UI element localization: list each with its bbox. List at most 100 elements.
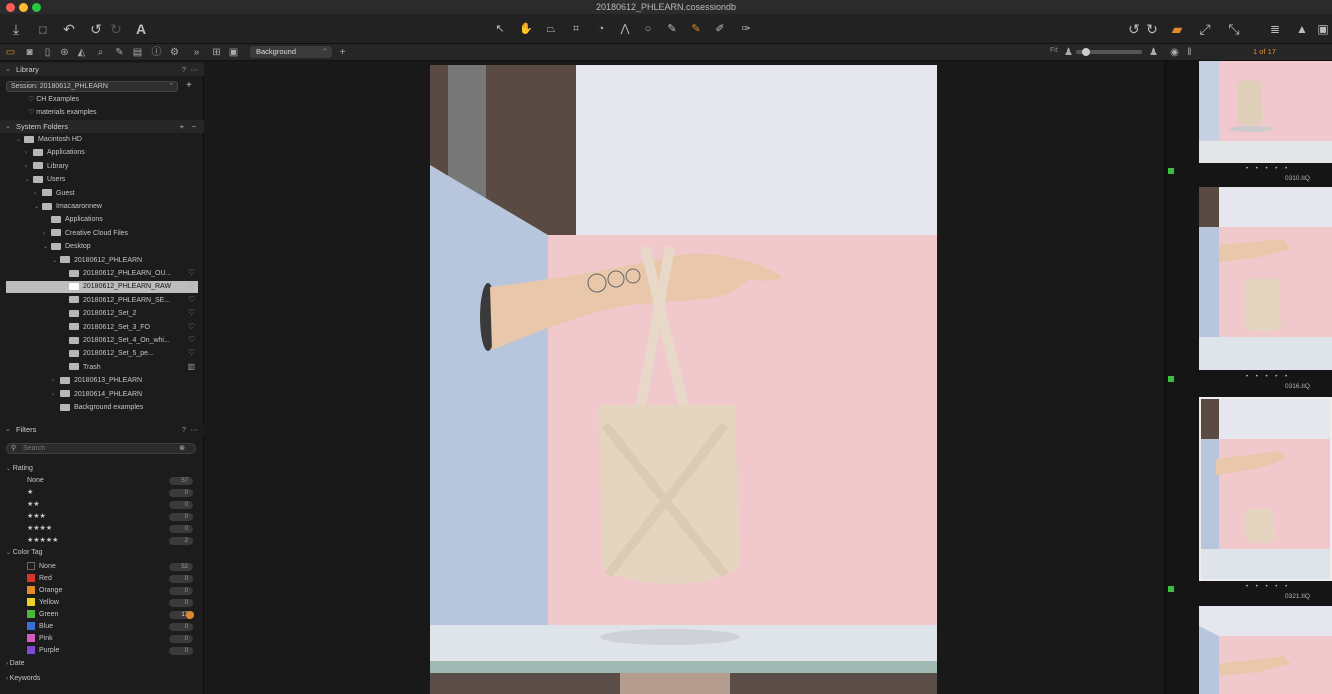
folder-item[interactable]: ⌄ 20180612_PHLEARN: [52, 255, 142, 267]
stack-icon[interactable]: ▰: [1167, 19, 1187, 39]
zoom-slider-handle[interactable]: [1082, 48, 1090, 56]
color-tag-header[interactable]: ⌄ Color Tag: [6, 547, 43, 559]
zoom-slider[interactable]: [1076, 48, 1142, 56]
color-tag-filter-item[interactable]: None: [27, 561, 56, 573]
color-tag-filter-item[interactable]: Yellow: [27, 597, 59, 609]
folder-item[interactable]: Applications: [43, 214, 103, 226]
keywords-header[interactable]: › Keywords: [6, 673, 40, 685]
layout-icon[interactable]: ▣: [1313, 19, 1332, 39]
warning-icon[interactable]: ▲: [1292, 19, 1312, 39]
compare-icon[interactable]: ⤡: [1224, 19, 1244, 39]
remove-folder-icon[interactable]: −: [192, 120, 196, 133]
library-header[interactable]: ⌄ Library? ⋯: [0, 63, 204, 76]
text-icon[interactable]: A: [131, 19, 151, 39]
favorite-icon[interactable]: ♡: [188, 295, 195, 304]
folder-item[interactable]: › Guest: [34, 188, 75, 200]
folder-item[interactable]: Trash: [61, 362, 101, 374]
color-tag-green[interactable]: [1168, 376, 1174, 382]
add-layer-icon[interactable]: +: [336, 46, 349, 59]
favorite-icon[interactable]: ♡: [188, 268, 195, 277]
filters-header[interactable]: ⌄ Filters? ⋯: [0, 423, 204, 436]
chevron-right-icon[interactable]: ›: [34, 188, 42, 200]
more-icon[interactable]: ⋯: [191, 423, 199, 436]
favorite-icon[interactable]: ♡: [188, 322, 195, 331]
rotate-right-icon[interactable]: ↻: [1142, 19, 1162, 39]
chevron-down-icon[interactable]: ⌄: [34, 201, 42, 213]
keystone-icon[interactable]: ⏢: [541, 19, 561, 39]
rating-filter-item[interactable]: ★★★★★: [27, 535, 58, 547]
thumbnail-0310[interactable]: [1199, 61, 1332, 163]
main-photo[interactable]: [430, 65, 937, 694]
color-tab-icon[interactable]: ⊛: [58, 46, 71, 59]
local-adjust-tab-icon[interactable]: ✎: [113, 46, 126, 59]
thumbnail-rating[interactable]: • • • • •: [1246, 584, 1290, 590]
chevron-right-icon[interactable]: ›: [52, 375, 60, 387]
add-session-icon[interactable]: +: [186, 80, 192, 91]
folder-item[interactable]: ⌄ Macintosh HD: [16, 134, 82, 146]
folder-item[interactable]: › Creative Cloud Files: [43, 228, 128, 240]
more-icon[interactable]: ⋯: [191, 63, 199, 76]
grid-view-icon[interactable]: ⊞: [210, 46, 223, 59]
thumbnail-rating[interactable]: • • • • •: [1246, 166, 1290, 172]
date-header[interactable]: › Date: [6, 658, 24, 670]
gradient-icon[interactable]: ✑: [736, 19, 756, 39]
thumbnail-0321-selected[interactable]: [1199, 397, 1332, 581]
pan-icon[interactable]: ✋: [516, 19, 536, 39]
exposure-tab-icon[interactable]: ◭: [75, 46, 88, 59]
color-tag-green[interactable]: [1168, 586, 1174, 592]
lens-tab-icon[interactable]: ▯: [41, 46, 54, 59]
metadata-tab-icon[interactable]: ⓘ: [150, 46, 163, 59]
eraser-icon[interactable]: ✐: [710, 19, 730, 39]
eye-icon[interactable]: ◉: [1168, 46, 1181, 59]
folder-item[interactable]: 20180612_PHLEARN_SE...: [61, 295, 170, 307]
folder-item[interactable]: › Applications: [25, 147, 85, 159]
rotate-left-icon[interactable]: ↺: [1124, 19, 1144, 39]
chevron-right-icon[interactable]: ›: [52, 389, 60, 401]
select-icon[interactable]: ↖: [490, 19, 510, 39]
single-view-icon[interactable]: ▣: [227, 46, 240, 59]
folder-item[interactable]: 20180612_PHLEARN_RAW: [6, 281, 198, 294]
color-tag-filter-item[interactable]: Red: [27, 573, 52, 585]
clear-search-icon[interactable]: ⊗: [179, 444, 185, 452]
folder-item[interactable]: › 20180614_PHLEARN: [52, 389, 142, 401]
filter-search-input[interactable]: [23, 444, 173, 453]
folder-item[interactable]: ⌄ Imacaaronnew: [34, 201, 102, 213]
color-tag-filter-item[interactable]: Orange: [27, 585, 62, 597]
chevron-down-icon[interactable]: ⌄: [43, 241, 51, 253]
crop-icon[interactable]: ⌗: [566, 19, 586, 39]
color-tag-filter-item[interactable]: Pink: [27, 633, 53, 645]
chevron-right-icon[interactable]: ›: [25, 147, 33, 159]
favorite-icon[interactable]: ♡: [188, 348, 195, 357]
folder-item[interactable]: 20180612_Set_3_FO: [61, 322, 150, 334]
color-tag-filter-item[interactable]: Purple: [27, 645, 59, 657]
folder-item[interactable]: ⌄ Users: [25, 174, 65, 186]
folder-item[interactable]: 20180612_Set_2: [61, 308, 136, 320]
chevron-right-icon[interactable]: ›: [25, 161, 33, 173]
chevron-down-icon[interactable]: ⌄: [25, 174, 33, 186]
folder-item[interactable]: Background examples: [52, 402, 143, 414]
details-tab-icon[interactable]: ⌕: [94, 46, 107, 59]
color-tag-green[interactable]: [1168, 168, 1174, 174]
color-tag-filter-item[interactable]: Blue: [27, 621, 53, 633]
color-picker-icon[interactable]: ✎: [686, 19, 706, 39]
import-icon[interactable]: ⤓: [6, 19, 26, 39]
rotate-icon[interactable]: ◔: [591, 19, 611, 39]
favorite-icon[interactable]: ♡: [188, 308, 195, 317]
add-folder-icon[interactable]: +: [180, 120, 184, 133]
chevron-right-icon[interactable]: ›: [43, 228, 51, 240]
undo-icon[interactable]: ↺: [86, 19, 106, 39]
settings-tab-icon[interactable]: ⚙: [168, 46, 181, 59]
undo-history-icon[interactable]: ↶: [59, 19, 79, 39]
chevron-down-icon[interactable]: ⌄: [52, 255, 60, 267]
folder-item[interactable]: › Library: [25, 161, 68, 173]
grid-icon[interactable]: ≣: [1265, 19, 1285, 39]
favorite-icon[interactable]: ♡: [188, 335, 195, 344]
expand-icon[interactable]: ⤢: [1195, 19, 1215, 39]
more-tabs-icon[interactable]: »: [190, 46, 203, 59]
session-select[interactable]: Session: 20180612_PHLEARN ⌃: [6, 81, 178, 92]
layer-select[interactable]: Background ⌃: [250, 46, 332, 58]
album-item[interactable]: ♡ materials examples: [28, 107, 97, 119]
rating-filter-item[interactable]: ★★★★: [27, 523, 52, 535]
color-tag-filter-item[interactable]: Green: [27, 609, 58, 621]
rating-filter-item[interactable]: None: [27, 475, 44, 487]
